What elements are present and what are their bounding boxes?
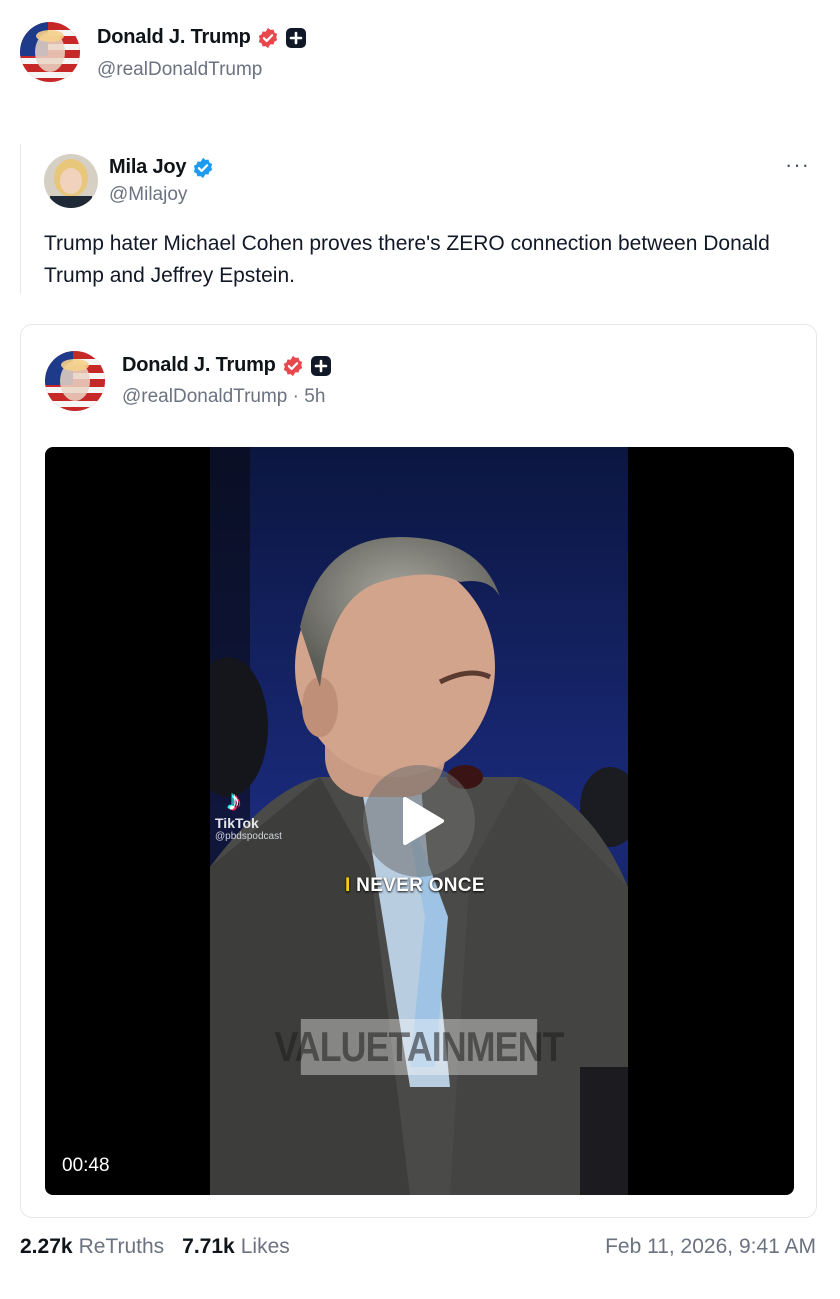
author-avatar[interactable] bbox=[20, 22, 80, 82]
post-age[interactable]: 5h bbox=[304, 386, 325, 407]
quoted-post-text: Trump hater Michael Cohen proves there's… bbox=[44, 232, 770, 287]
retruths-stat[interactable]: 2.27k ReTruths bbox=[20, 1235, 164, 1259]
embedded-author-handle-row: @realDonaldTrump · 5h bbox=[122, 386, 325, 408]
embedded-author-name-row: Donald J. Trump bbox=[122, 354, 332, 377]
likes-stat[interactable]: 7.71k Likes bbox=[182, 1235, 290, 1259]
embedded-post-card[interactable]: Donald J. Trump @realDonaldTrump · 5h ♪ … bbox=[20, 324, 817, 1218]
plus-square-icon bbox=[310, 355, 332, 377]
quoted-author-avatar[interactable] bbox=[44, 154, 98, 208]
tiktok-icon: ♪ bbox=[227, 785, 241, 816]
more-options-button[interactable]: ··· bbox=[785, 152, 810, 178]
handle-separator: · bbox=[287, 386, 305, 407]
tiktok-username: @pbdspodcast bbox=[215, 831, 282, 842]
post-timestamp[interactable]: Feb 11, 2026, 9:41 AM bbox=[605, 1235, 816, 1259]
embedded-author-name[interactable]: Donald J. Trump bbox=[122, 354, 276, 377]
retruths-label: ReTruths bbox=[78, 1235, 165, 1258]
verified-badge-icon bbox=[192, 157, 214, 179]
likes-label: Likes bbox=[240, 1235, 290, 1258]
quoted-author-handle[interactable]: @Milajoy bbox=[109, 184, 187, 206]
author-handle[interactable]: @realDonaldTrump bbox=[97, 59, 262, 81]
video-caption: I NEVER ONCE bbox=[345, 875, 485, 897]
play-button[interactable] bbox=[363, 765, 475, 877]
caption-text: NEVER ONCE bbox=[350, 875, 485, 896]
retruths-count: 2.27k bbox=[20, 1235, 73, 1258]
author-name[interactable]: Donald J. Trump bbox=[97, 26, 251, 49]
tiktok-watermark: ♪ TikTok @pbdspodcast bbox=[215, 787, 282, 843]
valuetainment-watermark: VALUETAINMENT bbox=[274, 1019, 564, 1075]
plus-square-icon bbox=[285, 27, 307, 49]
author-name-row: Donald J. Trump bbox=[97, 26, 307, 49]
likes-count: 7.71k bbox=[182, 1235, 235, 1258]
video-duration: 00:48 bbox=[62, 1155, 110, 1176]
embedded-author-avatar[interactable] bbox=[45, 351, 105, 411]
embedded-author-handle[interactable]: @realDonaldTrump bbox=[122, 386, 287, 407]
quoted-author-name[interactable]: Mila Joy bbox=[109, 156, 187, 179]
verified-badge-icon bbox=[257, 27, 279, 49]
play-icon bbox=[403, 797, 444, 845]
post-header: Donald J. Trump @realDonaldTrump bbox=[0, 0, 840, 100]
quoted-post[interactable]: Mila Joy @Milajoy ··· Trump hater Michae… bbox=[20, 144, 820, 294]
post-stats: 2.27k ReTruths 7.71k Likes bbox=[20, 1235, 308, 1259]
tiktok-label: TikTok bbox=[215, 815, 259, 831]
verified-badge-icon bbox=[282, 355, 304, 377]
video-player[interactable]: ♪ TikTok @pbdspodcast I NEVER ONCE VALUE… bbox=[45, 447, 794, 1195]
quoted-author-name-row: Mila Joy bbox=[109, 156, 214, 179]
